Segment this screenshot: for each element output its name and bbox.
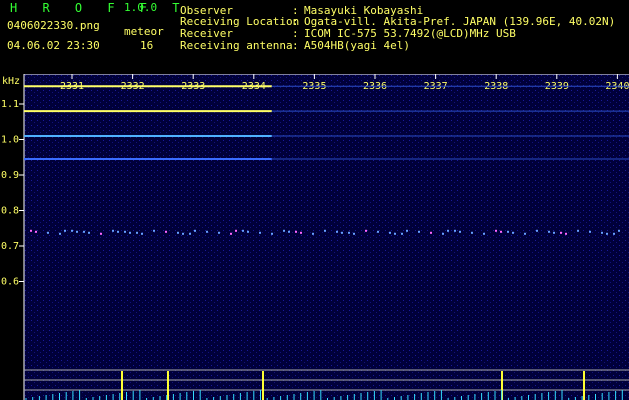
y-tick-label: 0.6 [1, 277, 19, 288]
echo-mark [507, 230, 509, 233]
echo-mark [83, 230, 85, 233]
echo-mark [483, 232, 485, 235]
echo-mark [353, 232, 355, 235]
echo-mark [153, 229, 155, 232]
echo-mark [117, 230, 119, 233]
echo-mark [141, 232, 143, 235]
echo-mark [194, 229, 196, 232]
y-axis: 1.1 1.0 0.9 0.8 0.7 0.6 [1, 99, 24, 288]
echo-mark [401, 232, 403, 235]
echo-mark [495, 229, 497, 232]
date-time: 04.06.02 23:30 [7, 39, 100, 52]
y-tick-label: 1.0 [1, 135, 19, 146]
meteor-label: meteor [124, 25, 164, 38]
y-tick-label: 1.1 [1, 99, 19, 110]
echo-mark [553, 231, 555, 234]
echo-mark [560, 231, 562, 234]
echo-mark [283, 229, 285, 232]
echo-mark [606, 232, 608, 235]
meteor-count: 16 [140, 39, 154, 52]
app-version: 1.0.0 [124, 1, 158, 14]
echo-mark [341, 231, 343, 234]
echo-mark [312, 232, 314, 235]
echo-mark [182, 232, 184, 235]
echo-mark [300, 231, 302, 234]
echo-mark [348, 231, 350, 234]
echo-mark [271, 232, 273, 235]
echo-mark [295, 230, 297, 233]
echo-mark [259, 231, 261, 234]
y-tick-label: 0.9 [1, 170, 19, 181]
echo-mark [512, 231, 514, 234]
echo-mark [230, 232, 232, 235]
spectrogram-background [24, 74, 629, 400]
echo-mark [112, 229, 114, 232]
echo-mark [242, 229, 244, 232]
echo-mark [536, 229, 538, 232]
info-separator: : [292, 39, 299, 52]
echo-mark [524, 232, 526, 235]
echo-mark [377, 230, 379, 233]
spectrogram: 2331 2332 2333 2334 2335 2336 2337 2338 2339 2340… [1, 74, 629, 400]
echo-mark [30, 229, 32, 232]
echo-mark [71, 229, 73, 232]
echo-mark [500, 230, 502, 233]
echo-mark [336, 230, 338, 233]
echo-mark [47, 231, 49, 234]
echo-mark [442, 232, 444, 235]
echo-mark [394, 232, 396, 235]
echo-mark [389, 231, 391, 234]
echo-mark [35, 230, 37, 233]
echo-mark [177, 231, 179, 234]
echo-mark [365, 229, 367, 232]
echo-mark [454, 229, 456, 232]
echo-mark [418, 230, 420, 233]
y-tick-label: 0.8 [1, 206, 19, 217]
echo-mark [577, 229, 579, 232]
info-key-antenna: Receiving antenna [180, 39, 293, 52]
echo-mark [64, 229, 66, 232]
echo-mark [247, 230, 249, 233]
echo-mark [565, 232, 567, 235]
echo-mark [88, 231, 90, 234]
echo-mark [601, 231, 603, 234]
echo-mark [165, 230, 167, 233]
echo-mark [548, 230, 550, 233]
echo-mark [324, 229, 326, 232]
echo-mark [613, 232, 615, 235]
echo-mark [124, 230, 126, 233]
echo-mark [218, 231, 220, 234]
y-axis-unit: kHz [2, 76, 20, 87]
echo-mark [59, 232, 61, 235]
echo-mark [406, 229, 408, 232]
y-tick-label: 0.7 [1, 241, 19, 252]
echo-mark [76, 230, 78, 233]
echo-mark [288, 230, 290, 233]
echo-mark [589, 230, 591, 233]
echo-mark [430, 231, 432, 234]
echo-mark [618, 229, 620, 232]
echo-mark [206, 230, 208, 233]
echo-mark [459, 230, 461, 233]
echo-mark [189, 232, 191, 235]
echo-mark [100, 232, 102, 235]
echo-mark [235, 229, 237, 232]
echo-mark [129, 231, 131, 234]
app-title: H R O F F T [10, 1, 189, 15]
file-name: 0406022330.png [7, 19, 100, 32]
echo-mark [447, 229, 449, 232]
echo-mark [471, 231, 473, 234]
info-value-antenna: A504HB(yagi 4el) [304, 39, 410, 52]
echo-mark [136, 231, 138, 234]
